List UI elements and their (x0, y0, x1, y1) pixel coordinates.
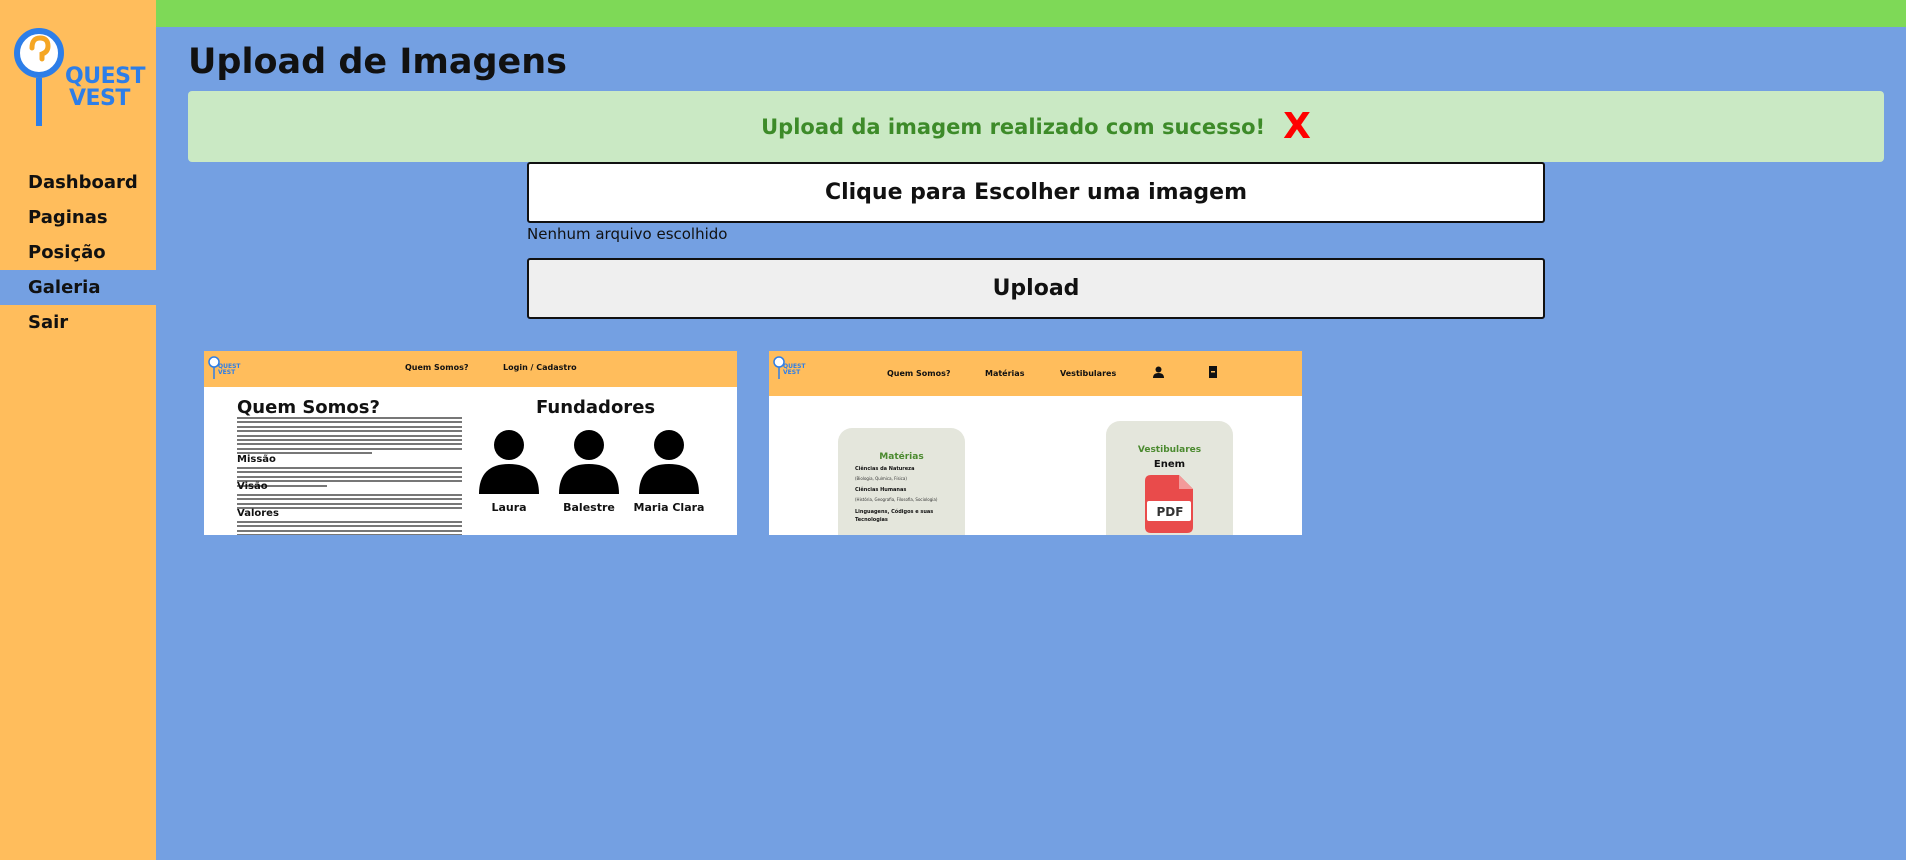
thumb-nav-quem-somos: Quem Somos? (405, 363, 469, 372)
thumb-nav-login: Login / Cadastro (503, 363, 577, 372)
person-icon (559, 430, 619, 494)
card-title: Matérias (879, 452, 924, 462)
logo-text: QUEST VEST (65, 66, 145, 110)
logo-line-quest: QUEST (65, 64, 145, 89)
person-icon (479, 430, 539, 494)
pdf-icon (1145, 475, 1193, 533)
thumb-header: QUEST VEST Quem Somos? Login / Cadastro (204, 351, 737, 387)
sidebar-nav: Dashboard Paginas Posição Galeria Sair (0, 165, 156, 340)
founder-name: Balestre (563, 501, 615, 514)
user-icon (1153, 366, 1164, 378)
upload-button[interactable]: Upload (527, 258, 1545, 319)
alert-close-button[interactable]: X (1283, 108, 1311, 145)
thumb-founders-title: Fundadores (536, 397, 656, 418)
founder-name: Laura (491, 501, 527, 514)
thumb-heading-visao: Visão (237, 481, 268, 492)
gallery-image-materias[interactable]: QUEST VEST Quem Somos? Matérias Vestibula… (769, 351, 1302, 535)
founder-name: Maria Clara (633, 501, 705, 514)
sidebar-item-dashboard[interactable]: Dashboard (0, 165, 156, 200)
sidebar-item-galeria[interactable]: Galeria (0, 270, 156, 305)
thumb-paragraph (237, 467, 462, 489)
card-section: Ciências Humanas (855, 487, 907, 493)
sidebar: QUEST VEST Dashboard Paginas Posição Gal… (0, 0, 156, 860)
page-title: Upload de Imagens (188, 42, 568, 82)
vestibulares-card: Vestibulares Enem PDF (1106, 421, 1233, 535)
alert-message: Upload da imagem realizado com sucesso! (761, 114, 1266, 139)
thumb-paragraph (237, 417, 462, 457)
logo-line-vest: VEST (69, 86, 130, 111)
top-bar (156, 0, 1906, 27)
card-section-sub: (Biologia, Química, Física) (855, 476, 907, 481)
thumb-heading-valores: Valores (237, 508, 279, 519)
choose-image-button[interactable]: Clique para Escolher uma imagem (527, 162, 1545, 223)
sidebar-item-posicao[interactable]: Posição (0, 235, 156, 270)
gallery-image-quem-somos[interactable]: QUEST VEST Quem Somos? Login / Cadastro Q… (204, 351, 737, 535)
sidebar-item-sair[interactable]: Sair (0, 305, 156, 340)
thumb-paragraph (237, 521, 462, 535)
thumb-title: Quem Somos? (237, 397, 380, 418)
card-section: Ciências da Natureza (855, 466, 915, 472)
person-icon (639, 430, 699, 494)
materias-card: Matérias Ciências da Natureza (Biologia,… (838, 428, 965, 535)
card-section-sub: (História, Geografia, Filosofia, Sociolo… (855, 497, 938, 502)
thumb-nav-materias: Matérias (985, 369, 1025, 378)
file-status-text: Nenhum arquivo escolhido (527, 225, 728, 243)
door-icon (1209, 366, 1217, 378)
thumb-header: QUEST VEST Quem Somos? Matérias Vestibula… (769, 351, 1302, 396)
thumb-nav-vestibulares: Vestibulares (1060, 369, 1117, 378)
quest-vest-logo[interactable]: QUEST VEST (12, 26, 147, 131)
card-title: Vestibulares (1137, 445, 1202, 455)
mini-logo-text: QUEST VEST (783, 363, 806, 376)
sidebar-item-paginas[interactable]: Paginas (0, 200, 156, 235)
pdf-label: PDF (1156, 505, 1184, 519)
card-subtitle: Enem (1153, 459, 1186, 470)
mini-logo-text: QUEST VEST (218, 363, 241, 376)
success-alert: Upload da imagem realizado com sucesso! … (188, 91, 1884, 162)
card-section: Linguagens, Códigos e suas Tecnologias (855, 509, 934, 523)
thumb-heading-missao: Missão (237, 454, 276, 465)
thumb-nav-quem-somos: Quem Somos? (887, 369, 951, 378)
